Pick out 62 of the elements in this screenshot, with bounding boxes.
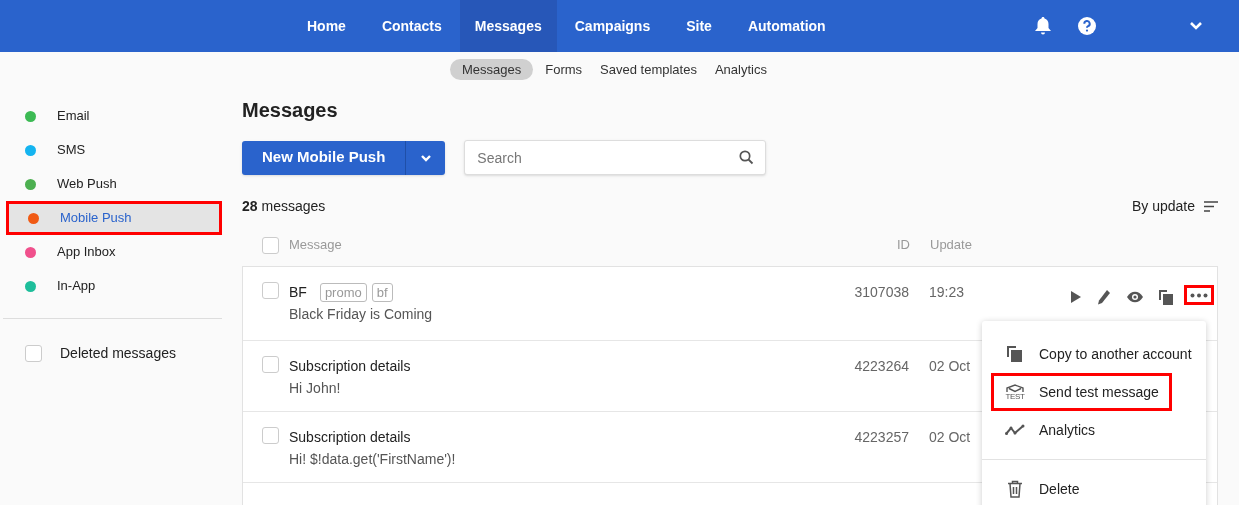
eye-icon[interactable] bbox=[1126, 291, 1144, 303]
sub-nav-tab[interactable]: Analytics bbox=[708, 59, 773, 80]
nav-tab[interactable]: Site bbox=[668, 0, 730, 52]
tag: promo bbox=[319, 282, 367, 302]
menu-item[interactable]: Analytics bbox=[991, 411, 1109, 449]
sidebar-item[interactable]: Web Push bbox=[6, 167, 222, 201]
checkbox[interactable] bbox=[262, 427, 279, 444]
deleted-messages-label[interactable]: Deleted messages bbox=[60, 343, 176, 364]
chevron-down-icon bbox=[419, 153, 432, 162]
sidebar-item[interactable]: Mobile Push bbox=[6, 201, 222, 235]
sort-label[interactable]: By update bbox=[1131, 195, 1195, 217]
trash-icon bbox=[1007, 480, 1023, 498]
table-cell-text: 19:23 bbox=[929, 283, 966, 302]
checkbox[interactable] bbox=[262, 356, 279, 373]
more-icon bbox=[1190, 292, 1208, 298]
sidebar-item[interactable]: Email bbox=[6, 99, 222, 133]
table-cell-text: 4223264 bbox=[853, 357, 909, 376]
message-title[interactable]: Subscription details bbox=[289, 426, 411, 448]
sidebar-item[interactable]: In-App bbox=[6, 269, 222, 303]
copy-icon[interactable] bbox=[1159, 289, 1173, 305]
menu-item[interactable]: TEST Send test message bbox=[991, 373, 1172, 411]
checkbox[interactable] bbox=[262, 282, 279, 299]
nav-tab[interactable]: Automation bbox=[729, 0, 844, 52]
more-button[interactable] bbox=[1184, 285, 1214, 305]
message-title[interactable]: BF bbox=[289, 281, 307, 303]
line-graph-icon bbox=[1005, 424, 1025, 436]
table-cell-text: 4223257 bbox=[853, 428, 909, 447]
checkbox[interactable] bbox=[25, 345, 42, 362]
bell-icon[interactable] bbox=[1034, 16, 1052, 36]
chevron-down-icon[interactable] bbox=[1189, 21, 1203, 31]
search-field[interactable]: Search bbox=[464, 140, 767, 175]
page-title: Messages bbox=[242, 98, 339, 123]
pencil-icon[interactable] bbox=[1097, 289, 1111, 305]
tag: bf bbox=[371, 282, 393, 302]
menu-item[interactable]: Delete bbox=[991, 470, 1093, 505]
message-text: Hi John! bbox=[289, 379, 342, 398]
message-text: Black Friday is Coming bbox=[289, 305, 433, 324]
play-icon[interactable] bbox=[1070, 290, 1082, 304]
help-icon[interactable] bbox=[1078, 17, 1096, 35]
nav-tab[interactable]: Campaigns bbox=[556, 0, 669, 52]
nav-tab[interactable]: Messages bbox=[459, 0, 557, 52]
sidebar-item[interactable]: App Inbox bbox=[6, 235, 222, 269]
table-cell-text: 02 Oct bbox=[929, 428, 972, 447]
menu-item[interactable]: Copy to another account bbox=[991, 335, 1205, 373]
copy-icon bbox=[1007, 345, 1023, 363]
sub-nav-tab[interactable]: Messages bbox=[450, 59, 534, 80]
message-count: 28 messages bbox=[242, 196, 326, 216]
nav-tab[interactable]: Contacts bbox=[363, 0, 460, 52]
sort-icon[interactable] bbox=[1204, 200, 1218, 212]
message-title[interactable]: Subscription details bbox=[289, 355, 411, 377]
column-header: Message bbox=[289, 236, 342, 255]
table-cell-text: 3107038 bbox=[853, 283, 909, 302]
checkbox[interactable] bbox=[262, 236, 279, 254]
column-header: Update bbox=[930, 236, 973, 255]
sidebar-item[interactable]: SMS bbox=[6, 133, 222, 167]
nav-tab[interactable]: Home bbox=[289, 0, 364, 52]
column-header: ID bbox=[896, 236, 910, 255]
search-icon[interactable] bbox=[739, 150, 755, 165]
sub-nav-tab[interactable]: Saved templates bbox=[594, 59, 703, 80]
message-text: Hi! $!data.get('FirstName')! bbox=[289, 450, 456, 469]
table-cell-text: 02 Oct bbox=[929, 357, 972, 376]
sub-nav-tab[interactable]: Forms bbox=[539, 59, 589, 80]
